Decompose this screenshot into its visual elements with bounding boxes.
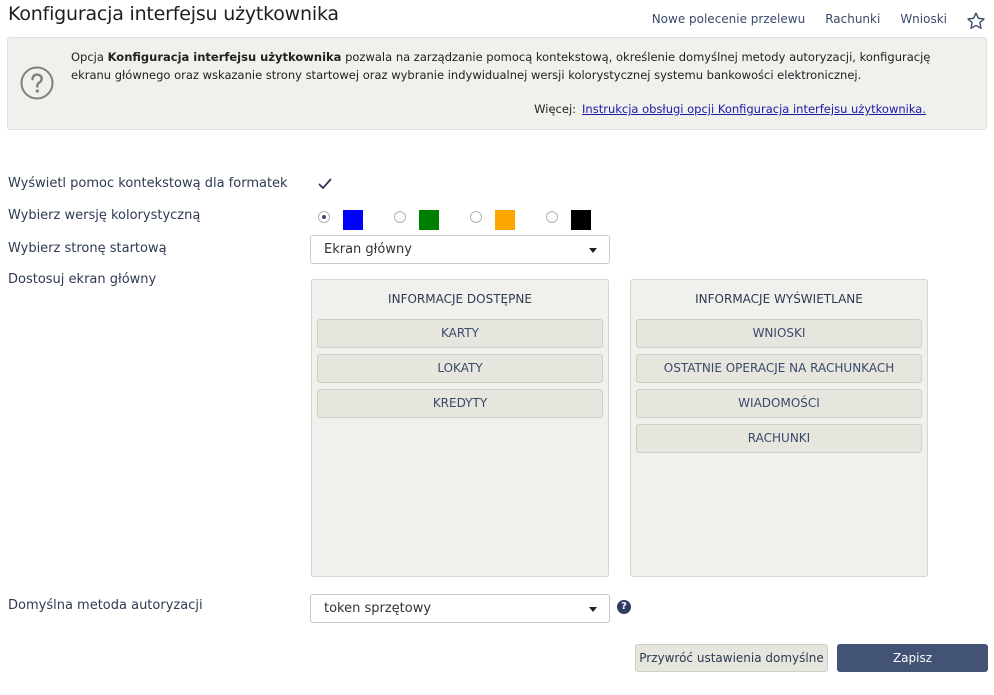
more-label: Więcej:	[534, 102, 577, 116]
color-radio-black[interactable]	[546, 211, 558, 223]
caret-down-icon	[589, 248, 597, 253]
info-bold: Konfiguracja interfejsu użytkownika	[107, 50, 342, 64]
displayed-info-panel: INFORMACJE WYŚWIETLANE WNIOSKI OSTATNIE …	[630, 279, 928, 577]
start-page-value: Ekran główny	[324, 242, 412, 257]
color-radio-orange[interactable]	[470, 211, 482, 223]
start-page-select[interactable]: Ekran główny	[310, 235, 610, 264]
top-links: Nowe polecenie przelewu Rachunki Wnioski	[632, 12, 947, 26]
available-info-panel: INFORMACJE DOSTĘPNE KARTY LOKATY KREDYTY	[311, 279, 609, 577]
displayed-item-recent-operations[interactable]: OSTATNIE OPERACJE NA RACHUNKACH	[636, 354, 922, 383]
info-text: Opcja Konfiguracja interfejsu użytkownik…	[71, 50, 931, 82]
checkmark-icon[interactable]	[318, 178, 332, 190]
displayed-item-messages[interactable]: WIADOMOŚCI	[636, 389, 922, 418]
help-circle-icon	[20, 66, 54, 100]
available-item-cards[interactable]: KARTY	[317, 319, 603, 348]
info-box: Opcja Konfiguracja interfejsu użytkownik…	[7, 37, 987, 130]
page-title: Konfiguracja interfejsu użytkownika	[8, 3, 339, 25]
auth-method-value: token sprzętowy	[324, 601, 432, 616]
available-item-loans[interactable]: KREDYTY	[317, 389, 603, 418]
link-new-transfer[interactable]: Nowe polecenie przelewu	[652, 12, 806, 26]
link-applications[interactable]: Wnioski	[900, 12, 947, 26]
available-item-deposits[interactable]: LOKATY	[317, 354, 603, 383]
manual-link[interactable]: Instrukcja obsługi opcji Konfiguracja in…	[582, 102, 926, 116]
start-page-label: Wybierz stronę startową	[8, 241, 167, 256]
displayed-item-applications[interactable]: WNIOSKI	[636, 319, 922, 348]
question-icon[interactable]: ?	[617, 600, 631, 614]
star-icon[interactable]	[966, 11, 986, 31]
color-swatch-black	[571, 210, 591, 230]
auth-method-label: Domyślna metoda autoryzacji	[8, 598, 203, 613]
save-button[interactable]: Zapisz	[837, 644, 988, 672]
color-swatch-orange	[495, 210, 515, 230]
context-help-label: Wyświetl pomoc kontekstową dla formatek	[8, 176, 288, 191]
color-swatch-blue	[343, 210, 363, 230]
more-section: Więcej: Instrukcja obsługi opcji Konfigur…	[534, 102, 926, 116]
color-version-label: Wybierz wersję kolorystyczną	[8, 208, 201, 223]
displayed-panel-title: INFORMACJE WYŚWIETLANE	[695, 292, 863, 306]
caret-down-icon	[589, 607, 597, 612]
auth-method-select[interactable]: token sprzętowy	[310, 594, 610, 623]
available-panel-title: INFORMACJE DOSTĘPNE	[388, 292, 532, 306]
reset-defaults-button[interactable]: Przywróć ustawienia domyślne	[635, 644, 828, 672]
customize-screen-label: Dostosuj ekran główny	[8, 272, 157, 287]
color-swatch-green	[419, 210, 439, 230]
color-radio-green[interactable]	[394, 211, 406, 223]
displayed-item-accounts[interactable]: RACHUNKI	[636, 424, 922, 453]
link-accounts[interactable]: Rachunki	[825, 12, 880, 26]
color-radio-blue[interactable]	[318, 211, 330, 223]
